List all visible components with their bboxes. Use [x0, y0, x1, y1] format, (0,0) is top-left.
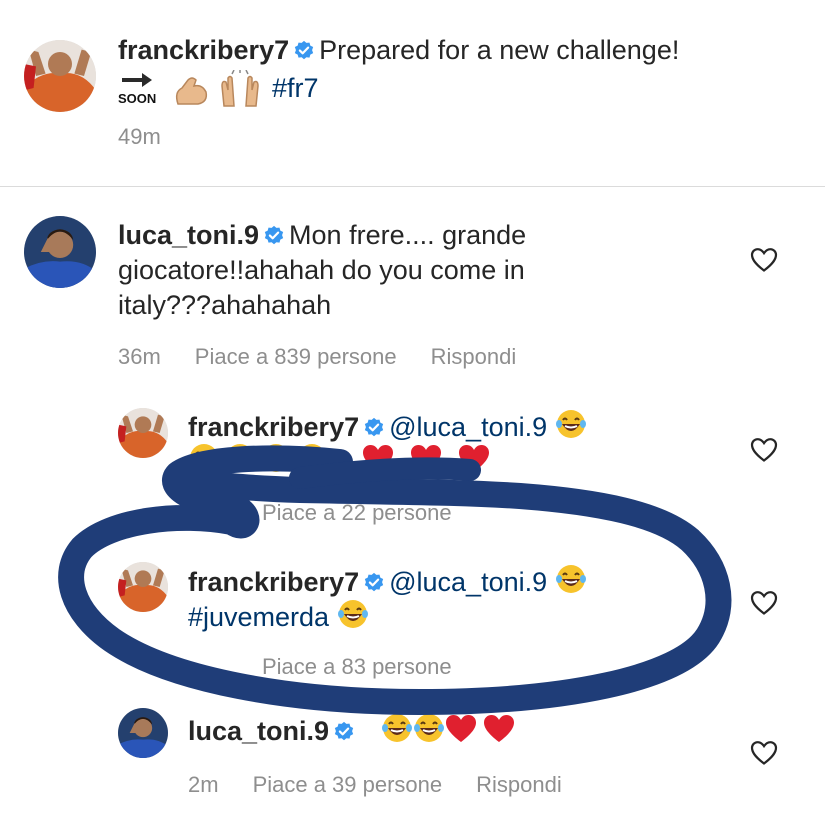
avatar-image — [118, 408, 168, 458]
post-username[interactable]: franckribery7 — [118, 35, 289, 65]
reply-line-1: franckribery7 @luca_toni.9 — [188, 408, 587, 444]
reply-meta: 2m Piace a 39 persone Rispondi — [188, 772, 596, 798]
verified-badge-icon — [363, 417, 385, 439]
flexed-biceps-icon — [175, 77, 208, 105]
heart-outline-icon[interactable] — [750, 437, 778, 463]
reply-likes[interactable]: Piace a 39 persone — [253, 772, 443, 797]
reply-mention[interactable]: @luca_toni.9 — [389, 412, 547, 442]
laughing-tears-icon — [555, 563, 587, 595]
raising-hands-icon — [221, 70, 259, 107]
comment-meta: 36m Piace a 839 persone Rispondi — [118, 344, 550, 370]
avatar[interactable] — [24, 216, 96, 288]
laughing-tears-icon — [224, 442, 256, 474]
avatar-image — [24, 216, 96, 288]
post-hashtag[interactable]: #fr7 — [272, 72, 319, 105]
red-heart-icon — [410, 444, 442, 474]
reply-line-2: #juvemerda — [188, 598, 369, 634]
avatar[interactable] — [118, 708, 168, 758]
laughing-tears-icon — [337, 598, 369, 630]
laughing-tears-icon — [555, 408, 587, 440]
reply-username[interactable]: luca_toni.9 — [188, 716, 329, 746]
reply-meta: Piace a 83 persone — [262, 654, 486, 680]
avatar[interactable] — [118, 408, 168, 458]
avatar-image — [24, 40, 96, 112]
laughing-tears-icon — [296, 442, 328, 474]
heart-outline-icon[interactable] — [750, 247, 778, 273]
soon-arrow-emoji: SOON — [118, 68, 158, 108]
laughing-tears-icon — [381, 712, 413, 744]
comment-time: 36m — [118, 344, 161, 369]
reply-hashtag[interactable]: #juvemerda — [188, 602, 329, 632]
reply-username[interactable]: franckribery7 — [188, 412, 359, 442]
avatar[interactable] — [118, 562, 168, 612]
comment-text: Mon frere.... grande — [289, 220, 527, 250]
soon-label: SOON — [118, 91, 157, 106]
reply-likes[interactable]: Piace a 83 persone — [262, 654, 452, 679]
comment-username[interactable]: luca_toni.9 — [118, 220, 259, 250]
reply-button[interactable]: Rispondi — [476, 772, 562, 797]
reply-line-1: luca_toni.9 — [188, 712, 515, 748]
laughing-tears-icon — [260, 442, 292, 474]
arrow-right-icon — [122, 73, 152, 87]
reply-username[interactable]: franckribery7 — [188, 567, 359, 597]
comment-line-3: italy???ahahahah — [118, 290, 332, 320]
divider — [0, 186, 825, 187]
post-caption: franckribery7 Prepared for a new challeng… — [118, 34, 679, 67]
comment-line-1: luca_toni.9 Mon frere.... grande — [118, 219, 526, 252]
red-heart-icon — [445, 714, 477, 744]
comment-likes[interactable]: Piace a 839 persone — [195, 344, 397, 369]
avatar-image — [118, 708, 168, 758]
heart-outline-icon[interactable] — [750, 590, 778, 616]
verified-badge-icon — [293, 40, 315, 62]
post-time: 49m — [118, 124, 195, 150]
reply-line-1: franckribery7 @luca_toni.9 — [188, 563, 587, 599]
post-caption-text: Prepared for a new challenge! — [319, 35, 680, 65]
avatar[interactable] — [24, 40, 96, 112]
reply-time: 2m — [188, 772, 219, 797]
verified-badge-icon — [363, 572, 385, 594]
reply-button[interactable]: Rispondi — [431, 344, 517, 369]
laughing-tears-icon — [413, 712, 445, 744]
comment-line-2: giocatore!!ahahah do you come in — [118, 255, 525, 285]
post-time-text: 49m — [118, 124, 161, 149]
verified-badge-icon — [333, 721, 355, 743]
red-heart-icon — [458, 444, 490, 474]
reply-likes[interactable]: Piace a 22 persone — [262, 500, 452, 525]
avatar-image — [118, 562, 168, 612]
reply-meta: Piace a 22 persone — [262, 500, 486, 526]
red-heart-icon — [362, 444, 394, 474]
reply-mention[interactable]: @luca_toni.9 — [389, 567, 547, 597]
verified-badge-icon — [263, 225, 285, 247]
laughing-tears-icon — [188, 442, 220, 474]
heart-outline-icon[interactable] — [750, 740, 778, 766]
red-heart-icon — [483, 714, 515, 744]
